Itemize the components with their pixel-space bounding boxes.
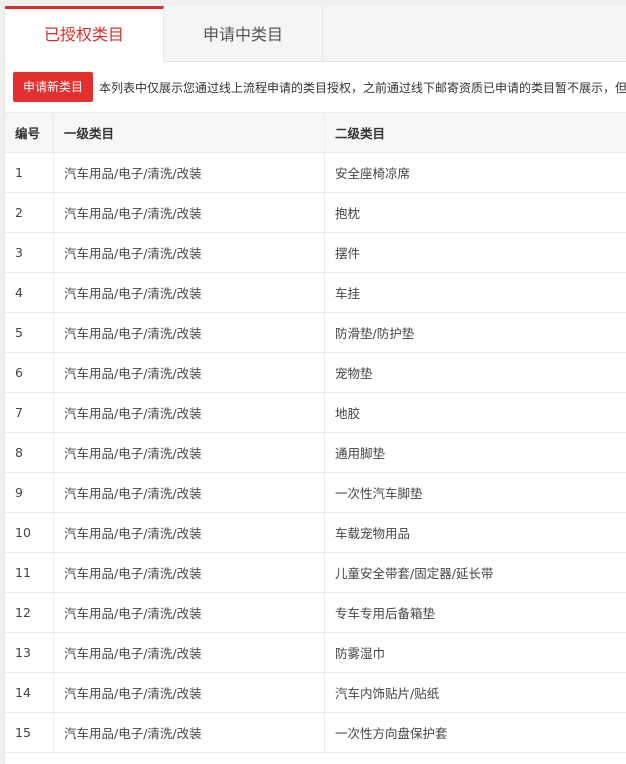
table-row: 3 汽车用品/电子/清洗/改装 摆件 [5, 232, 626, 273]
table-row: 2 汽车用品/电子/清洗/改装 抱枕 [5, 192, 626, 233]
row-level1-category: 汽车用品/电子/清洗/改装 [53, 272, 325, 313]
row-level1-category: 汽车用品/电子/清洗/改装 [53, 672, 325, 713]
table-row: 15 汽车用品/电子/清洗/改装 一次性方向盘保护套 [5, 712, 626, 753]
row-level1-category: 汽车用品/电子/清洗/改装 [53, 312, 325, 353]
row-number: 10 [5, 512, 54, 553]
category-auth-panel: 已授权类目 申请中类目 申请新类目 本列表中仅展示您通过线上流程申请的类目授权，… [4, 6, 626, 764]
row-level2-category: 摆件 [324, 232, 626, 273]
row-level2-category: 专车专用后备箱垫 [324, 592, 626, 633]
row-level2-category: 一次性汽车脚垫 [324, 472, 626, 513]
row-level1-category: 汽车用品/电子/清洗/改装 [53, 432, 325, 473]
row-level2-category: 安全座椅凉席 [324, 152, 626, 193]
row-level1-category: 汽车用品/电子/清洗/改装 [53, 392, 325, 433]
tab-authorized-categories[interactable]: 已授权类目 [5, 6, 164, 62]
table-row: 5 汽车用品/电子/清洗/改装 防滑垫/防护垫 [5, 312, 626, 353]
table-row: 13 汽车用品/电子/清洗/改装 防雾湿巾 [5, 632, 626, 673]
row-level1-category: 汽车用品/电子/清洗/改装 [53, 712, 325, 753]
row-level1-category: 汽车用品/电子/清洗/改装 [53, 232, 325, 273]
tab-bar: 已授权类目 申请中类目 [5, 6, 626, 62]
table-row: 10 汽车用品/电子/清洗/改装 车载宠物用品 [5, 512, 626, 553]
row-level1-category: 汽车用品/电子/清洗/改装 [53, 192, 325, 233]
row-level1-category: 汽车用品/电子/清洗/改装 [53, 592, 325, 633]
row-level1-category: 汽车用品/电子/清洗/改装 [53, 552, 325, 593]
table-row: 14 汽车用品/电子/清洗/改装 汽车内饰贴片/贴纸 [5, 672, 626, 713]
table-header-row: 编号 一级类目 二级类目 [5, 112, 626, 153]
row-level2-category: 一次性方向盘保护套 [324, 712, 626, 753]
row-level1-category: 汽车用品/电子/清洗/改装 [53, 152, 325, 193]
row-level2-category: 车载宠物用品 [324, 512, 626, 553]
row-level2-category: 儿童安全带套/固定器/延长带 [324, 552, 626, 593]
category-table: 编号 一级类目 二级类目 1 汽车用品/电子/清洗/改装 安全座椅凉席 2 汽车用品/电… [5, 112, 626, 753]
row-number: 2 [5, 192, 54, 233]
table-row: 1 汽车用品/电子/清洗/改装 安全座椅凉席 [5, 152, 626, 193]
row-number: 1 [5, 152, 54, 193]
row-level2-category: 宠物垫 [324, 352, 626, 393]
table-row: 9 汽车用品/电子/清洗/改装 一次性汽车脚垫 [5, 472, 626, 513]
row-level2-category: 地胶 [324, 392, 626, 433]
tab-pending-categories[interactable]: 申请中类目 [164, 6, 323, 61]
row-level1-category: 汽车用品/电子/清洗/改装 [53, 472, 325, 513]
column-header-level1: 一级类目 [53, 112, 325, 153]
toolbar: 申请新类目 本列表中仅展示您通过线上流程申请的类目授权，之前通过线下邮寄资质已申… [5, 62, 626, 112]
row-number: 11 [5, 552, 54, 593]
table-row: 8 汽车用品/电子/清洗/改装 通用脚垫 [5, 432, 626, 473]
row-number: 9 [5, 472, 54, 513]
column-header-level2: 二级类目 [324, 112, 626, 153]
row-level2-category: 通用脚垫 [324, 432, 626, 473]
row-number: 3 [5, 232, 54, 273]
row-number: 12 [5, 592, 54, 633]
row-level2-category: 防滑垫/防护垫 [324, 312, 626, 353]
row-level2-category: 抱枕 [324, 192, 626, 233]
table-row: 11 汽车用品/电子/清洗/改装 儿童安全带套/固定器/延长带 [5, 552, 626, 593]
table-row: 4 汽车用品/电子/清洗/改装 车挂 [5, 272, 626, 313]
row-level1-category: 汽车用品/电子/清洗/改装 [53, 632, 325, 673]
row-level2-category: 汽车内饰贴片/贴纸 [324, 672, 626, 713]
row-number: 14 [5, 672, 54, 713]
apply-new-category-button[interactable]: 申请新类目 [13, 72, 94, 102]
column-header-number: 编号 [5, 112, 54, 153]
row-number: 13 [5, 632, 54, 673]
table-row: 12 汽车用品/电子/清洗/改装 专车专用后备箱垫 [5, 592, 626, 633]
table-row: 7 汽车用品/电子/清洗/改装 地胶 [5, 392, 626, 433]
row-number: 8 [5, 432, 54, 473]
row-number: 6 [5, 352, 54, 393]
row-level2-category: 车挂 [324, 272, 626, 313]
row-level1-category: 汽车用品/电子/清洗/改装 [53, 512, 325, 553]
row-number: 7 [5, 392, 54, 433]
notice-text: 本列表中仅展示您通过线上流程申请的类目授权，之前通过线下邮寄资质已申请的类目暂不… [99, 80, 626, 95]
row-number: 5 [5, 312, 54, 353]
row-number: 4 [5, 272, 54, 313]
table-row: 6 汽车用品/电子/清洗/改装 宠物垫 [5, 352, 626, 393]
row-level2-category: 防雾湿巾 [324, 632, 626, 673]
row-number: 15 [5, 712, 54, 753]
row-level1-category: 汽车用品/电子/清洗/改装 [53, 352, 325, 393]
